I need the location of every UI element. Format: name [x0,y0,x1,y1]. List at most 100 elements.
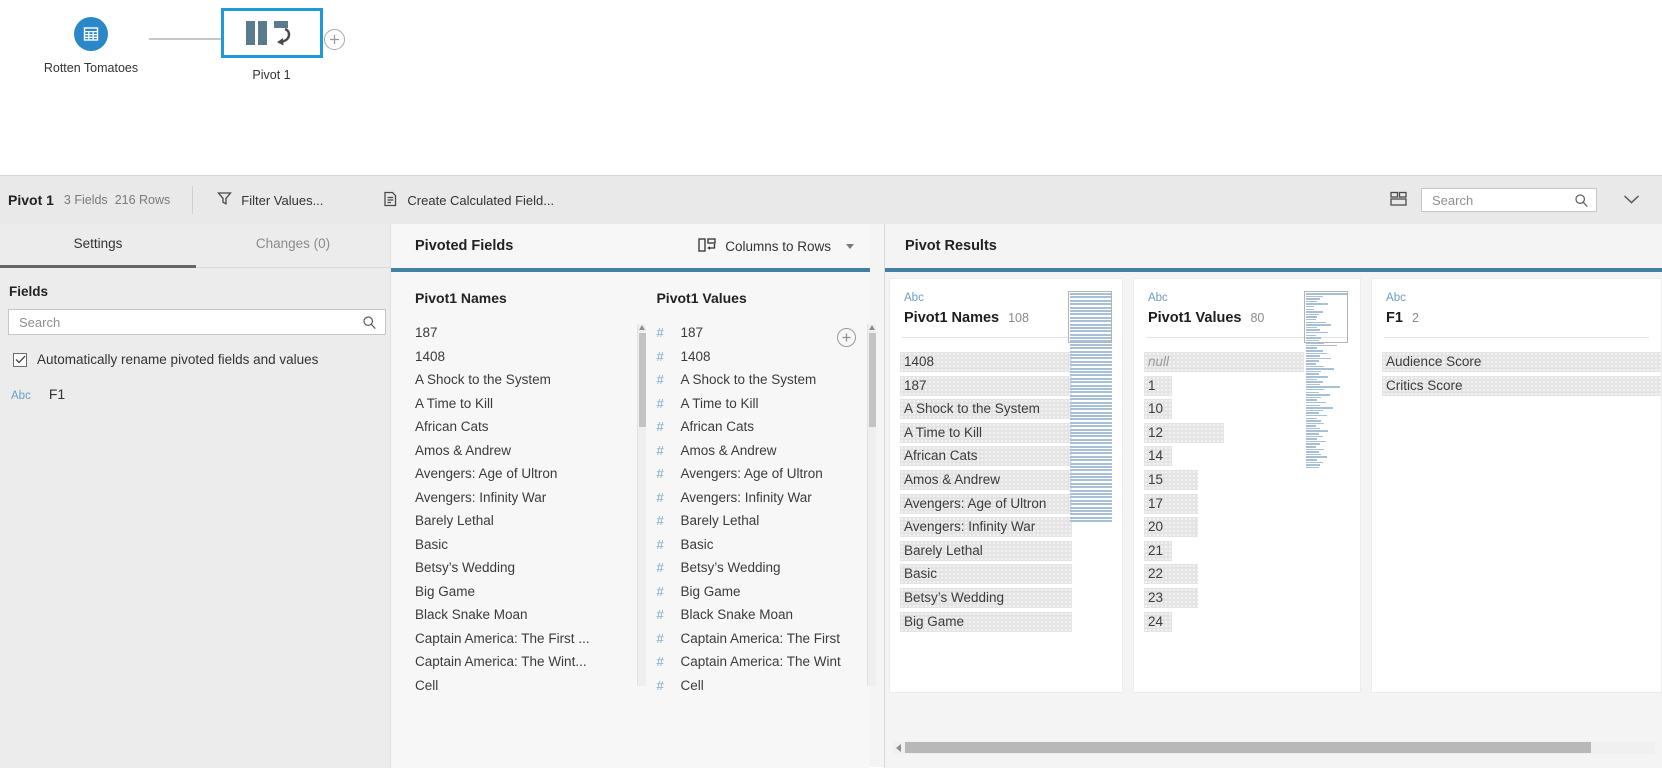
flow-node-pivot[interactable]: Pivot 1 [200,8,343,82]
scroll-up-arrow-icon[interactable] [639,325,646,330]
auto-rename-row[interactable]: Automatically rename pivoted fields and … [13,352,390,367]
list-item[interactable]: # Amos & Andrew [656,439,870,463]
list-item[interactable]: Captain America: The First ... [415,627,634,651]
field-card-distinct-count: 108 [1008,311,1029,325]
list-item-label: Amos & Andrew [680,442,777,458]
filter-values-label: Filter Values... [241,192,324,208]
list-item[interactable]: 1408 [415,345,634,369]
list-item[interactable]: # Barely Lethal [656,509,870,533]
list-item[interactable]: Barely Lethal [415,509,634,533]
histogram-viewport-window[interactable] [1304,291,1349,343]
value-row[interactable]: 15 [1143,469,1360,494]
field-card[interactable]: Abc F1 2 Audience Score Critics Score [1371,278,1662,693]
pivoted-values-rows: #187 #1408 # A Shock to the System # A Time t… [656,321,870,715]
value-row[interactable]: Critics Score [1382,375,1662,400]
histogram-bar [1069,374,1112,377]
settings-field-item-f1[interactable]: Abc F1 [11,386,390,402]
search-input[interactable] [1430,189,1572,211]
toolbar-search[interactable] [1421,188,1597,212]
histogram-bar [1306,414,1328,417]
flow-pane: Rotten Tomatoes Pivot 1 [0,0,1662,175]
value-row[interactable]: 21 [1143,540,1360,565]
field-type-abc-icon: Abc [1386,292,1406,304]
list-item[interactable]: A Shock to the System [415,368,634,392]
histogram-bar [1069,415,1112,418]
number-hash-icon: # [656,654,664,669]
pivoted-names-scrollbar[interactable] [637,324,647,686]
flow-node-source[interactable]: Rotten Tomatoes [32,14,150,75]
value-row[interactable]: 20 [1143,517,1360,541]
value-row[interactable]: Betsy’s Wedding [900,587,1122,612]
value-row[interactable]: 23 [1143,587,1360,612]
value-row[interactable]: Audience Score [1382,352,1662,376]
histogram-bar [1069,387,1112,390]
list-item[interactable]: # Betsy’s Wedding [656,556,870,580]
list-item[interactable]: # Basic [656,533,870,557]
add-step-plus-icon[interactable] [324,29,345,50]
value-row[interactable]: Basic [900,564,1122,588]
pivoted-values-scrollbar[interactable] [867,324,876,686]
left-arrow-icon[interactable] [896,743,901,752]
list-item[interactable]: 187 [415,321,634,345]
value-label: African Cats [904,448,978,464]
pivoted-names-listbox[interactable]: 187 1408 A Shock to the System A Time to Ki… [415,321,647,719]
chevron-down-icon[interactable] [1623,193,1640,208]
pivoted-values-listbox[interactable]: #187 #1408 # A Shock to the System # A Time t… [656,321,876,719]
fields-search[interactable] [8,309,386,335]
scrollbar-thumb[interactable] [639,333,647,427]
tab-settings[interactable]: Settings [0,224,196,268]
tab-changes[interactable]: Changes (0) [196,224,390,268]
list-item[interactable]: #1408 [656,345,870,369]
histogram-viewport-window[interactable] [1067,291,1112,343]
list-item[interactable]: Big Game [415,580,634,604]
list-item[interactable]: # Captain America: The First [656,627,870,651]
value-row[interactable]: 24 [1143,611,1360,636]
list-item[interactable]: Avengers: Age of Ultron [415,462,634,486]
list-item[interactable]: # A Shock to the System [656,368,870,392]
list-item[interactable]: # Avengers: Age of Ultron [656,462,870,486]
create-calculated-field-button[interactable]: Create Calculated Field... [377,187,560,214]
scrollbar-thumb[interactable] [905,742,1591,753]
list-item[interactable]: # Big Game [656,580,870,604]
list-item[interactable]: # A Time to Kill [656,392,870,416]
value-row[interactable]: Barely Lethal [900,540,1122,565]
field-card[interactable]: Abc Pivot1 Names 108 1408 187 A Shock to the … [889,278,1123,693]
auto-rename-checkbox[interactable] [13,352,27,367]
scrollbar-thumb[interactable] [869,333,876,427]
list-item[interactable]: Avengers: Infinity War [415,486,634,510]
list-item[interactable]: Black Snake Moan [415,603,634,627]
pivot-mode-dropdown[interactable]: Columns to Rows [698,237,854,256]
list-item[interactable]: Amos & Andrew [415,439,634,463]
field-card[interactable]: Abc Pivot1 Values 80 null 1 10 12 14 15 17 20 21 22 2… [1132,278,1362,693]
list-item[interactable]: # Black Snake Moan [656,603,870,627]
list-item[interactable]: Captain America: The Wint... [415,650,634,674]
list-item-label: A Shock to the System [680,372,817,387]
histogram-bar [1069,435,1112,438]
list-item[interactable]: Betsy’s Wedding [415,556,634,580]
list-item[interactable]: # Avengers: Infinity War [656,486,870,510]
results-horizontal-scrollbar[interactable] [893,741,1655,754]
filter-values-button[interactable]: Filter Values... [211,187,329,213]
value-label: Big Game [904,613,965,629]
grid-layout-icon[interactable] [1390,191,1407,210]
histogram-bar [1306,376,1329,378]
list-item[interactable]: # Cell [656,674,870,698]
list-item[interactable]: # Captain America: The Wint [656,650,870,674]
histogram-bar [1069,377,1112,380]
list-item-label: Barely Lethal [680,513,760,528]
list-item[interactable]: Cell [415,674,634,698]
fields-search-input[interactable] [17,311,357,333]
value-row[interactable]: Big Game [900,611,1122,636]
histogram-bar [1069,462,1112,465]
list-item[interactable]: African Cats [415,415,634,439]
scroll-up-arrow-icon[interactable] [869,325,875,330]
value-distribution-histogram[interactable] [1304,291,1349,469]
list-item[interactable]: A Time to Kill [415,392,634,416]
value-row[interactable]: 22 [1143,564,1360,588]
list-item[interactable]: #187 [656,321,870,345]
list-item[interactable]: Basic [415,533,634,557]
value-row[interactable]: 17 [1143,493,1360,518]
value-distribution-histogram[interactable] [1067,291,1112,524]
pivoted-fields-columns: Pivot1 Names 187 1408 A Shock to the Syste… [391,272,876,719]
list-item[interactable]: # African Cats [656,415,870,439]
